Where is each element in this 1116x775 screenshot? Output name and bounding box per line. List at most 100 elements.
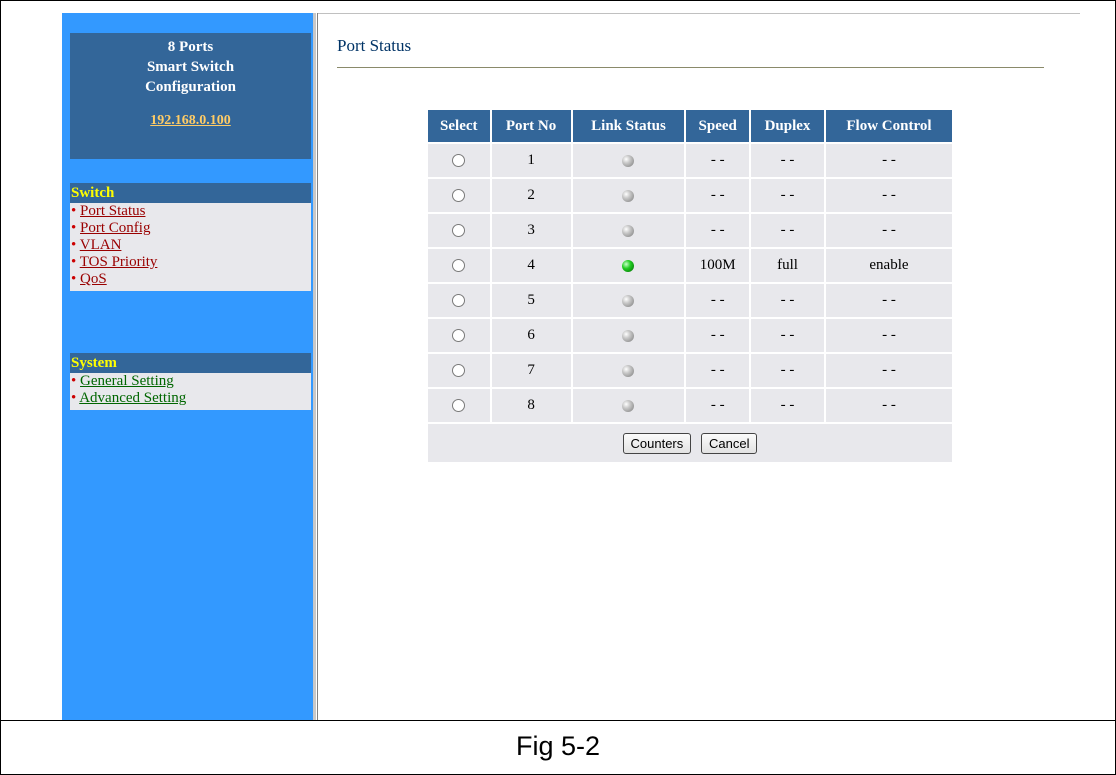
nav-item-advanced-setting[interactable]: • Advanced Setting <box>70 390 311 407</box>
nav-link-advanced-setting[interactable]: Advanced Setting <box>79 390 186 406</box>
select-cell <box>428 319 490 352</box>
port-no-cell: 5 <box>491 284 571 317</box>
caption-divider <box>0 720 1116 721</box>
table-row: 1- -- -- - <box>428 144 952 177</box>
speed-cell: - - <box>686 389 750 422</box>
speed-cell: 100M <box>686 249 750 282</box>
table-row: 4 100M full enable <box>428 249 952 282</box>
figure-caption: Fig 5-2 <box>515 731 601 761</box>
frame-separator <box>313 13 316 720</box>
flow-control-cell: - - <box>825 284 952 317</box>
duplex-cell: - - <box>751 354 824 387</box>
speed-cell: - - <box>686 179 750 212</box>
duplex-cell: - - <box>751 214 824 247</box>
select-cell <box>428 179 490 212</box>
nav-link-vlan[interactable]: VLAN <box>80 237 122 253</box>
nav-item-vlan[interactable]: • VLAN <box>70 237 311 254</box>
nav-link-general-setting[interactable]: General Setting <box>80 373 174 389</box>
counters-button[interactable]: Counters <box>622 432 692 454</box>
bullet-icon: • <box>71 203 77 219</box>
port-no-cell: 2 <box>491 179 571 212</box>
duplex-cell: - - <box>751 389 824 422</box>
port-select-radio[interactable] <box>452 364 466 378</box>
table-row: 7- -- -- - <box>428 354 952 387</box>
port-select-radio[interactable] <box>452 154 466 168</box>
port-no-cell: 4 <box>491 249 571 282</box>
col-header-select: Select <box>428 110 490 142</box>
table-row: 2- -- -- - <box>428 179 952 212</box>
page-title: Port Status <box>337 36 412 55</box>
button-cell: Counters Cancel <box>428 424 952 462</box>
flow-control-cell: - - <box>825 389 952 422</box>
nav-item-qos[interactable]: • QoS <box>70 271 311 288</box>
duplex-cell: - - <box>751 319 824 352</box>
title-divider <box>337 67 1044 68</box>
port-no-cell: 6 <box>491 319 571 352</box>
bullet-icon: • <box>71 390 77 406</box>
select-cell <box>428 214 490 247</box>
cancel-button[interactable]: Cancel <box>701 432 758 454</box>
nav-link-tos-priority[interactable]: TOS Priority <box>80 254 158 270</box>
nav-item-tos-priority[interactable]: • TOS Priority <box>70 254 311 271</box>
flow-control-cell: - - <box>825 214 952 247</box>
link-status-cell <box>572 354 685 387</box>
frame-separator-shadow <box>317 13 318 720</box>
table-row: 5- -- -- - <box>428 284 952 317</box>
device-ip-link[interactable]: 192.168.0.100 <box>70 111 311 131</box>
col-header-speed: Speed <box>686 110 750 142</box>
sidebar-header: 8 Ports Smart Switch Configuration 192.1… <box>70 33 311 159</box>
flow-control-cell: - - <box>825 144 952 177</box>
bullet-icon: • <box>71 254 77 270</box>
link-status-cell <box>572 179 685 212</box>
duplex-cell: - - <box>751 284 824 317</box>
switch-section-title: Switch <box>70 183 311 203</box>
port-select-radio[interactable] <box>452 259 466 273</box>
link-down-icon <box>622 154 635 167</box>
select-cell <box>428 389 490 422</box>
flow-control-cell: enable <box>825 249 952 282</box>
link-down-icon <box>622 294 635 307</box>
nav-link-port-config[interactable]: Port Config <box>80 220 150 236</box>
link-status-cell <box>572 389 685 422</box>
speed-cell: - - <box>686 284 750 317</box>
port-no-cell: 8 <box>491 389 571 422</box>
flow-control-cell: - - <box>825 179 952 212</box>
port-select-radio[interactable] <box>452 294 466 308</box>
nav-item-general-setting[interactable]: • General Setting <box>70 373 311 390</box>
button-row: Counters Cancel <box>428 424 952 462</box>
table-row: 3- -- -- - <box>428 214 952 247</box>
duplex-cell: - - <box>751 179 824 212</box>
link-status-cell <box>572 249 685 282</box>
switch-section: Switch • Port Status • Port Config • VLA… <box>70 183 311 291</box>
duplex-cell: full <box>751 249 824 282</box>
select-cell <box>428 144 490 177</box>
table-row: 6- -- -- - <box>428 319 952 352</box>
port-status-table: Select Port No Link Status Speed Duplex … <box>426 108 954 464</box>
system-section-title: System <box>70 353 311 373</box>
link-down-icon <box>622 364 635 377</box>
port-select-radio[interactable] <box>452 329 466 343</box>
sidebar-title-line2: Smart Switch <box>146 59 235 75</box>
link-status-cell <box>572 144 685 177</box>
nav-item-port-config[interactable]: • Port Config <box>70 220 311 237</box>
speed-cell: - - <box>686 319 750 352</box>
nav-link-port-status[interactable]: Port Status <box>80 203 145 219</box>
link-down-icon <box>622 329 635 342</box>
sidebar-title-line1: 8 Ports <box>167 39 214 55</box>
content-top-border <box>318 13 1080 14</box>
link-down-icon <box>622 189 635 202</box>
flow-control-cell: - - <box>825 354 952 387</box>
speed-cell: - - <box>686 354 750 387</box>
port-no-cell: 3 <box>491 214 571 247</box>
nav-item-port-status[interactable]: • Port Status <box>70 203 311 220</box>
nav-link-qos[interactable]: QoS <box>80 271 107 287</box>
select-cell <box>428 249 490 282</box>
port-select-radio[interactable] <box>452 399 466 413</box>
link-status-cell <box>572 214 685 247</box>
port-select-radio[interactable] <box>452 224 466 238</box>
link-status-cell <box>572 284 685 317</box>
port-select-radio[interactable] <box>452 189 466 203</box>
bullet-icon: • <box>71 373 77 389</box>
flow-control-cell: - - <box>825 319 952 352</box>
link-down-icon <box>622 399 635 412</box>
